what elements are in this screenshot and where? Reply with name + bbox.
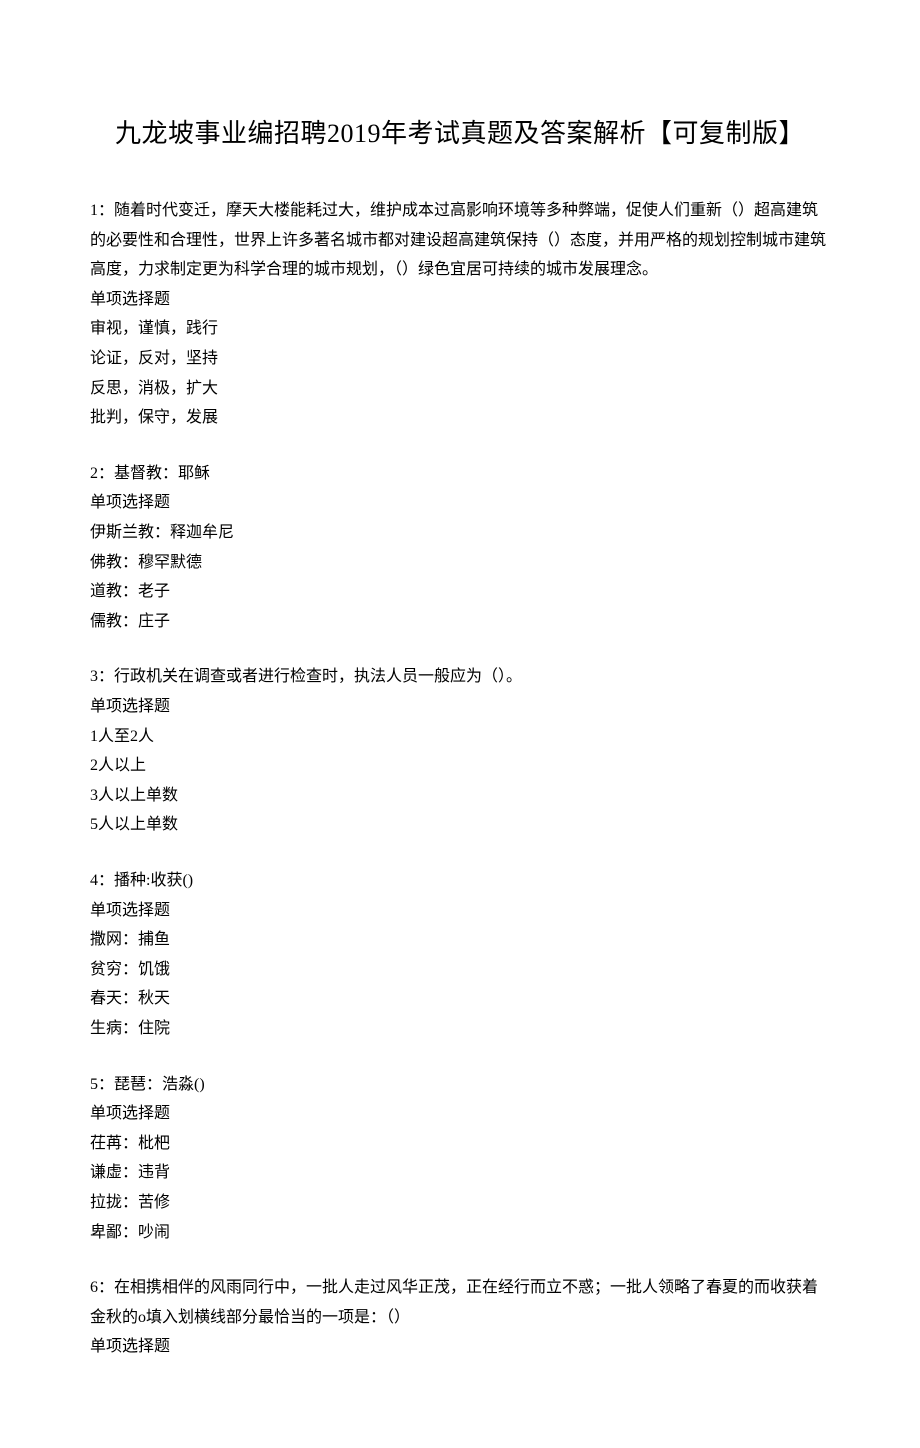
question-option: 春天：秋天 [90,984,830,1014]
question-block: 4：播种:收获() 单项选择题 撒网：捕鱼 贫穷：饥饿 春天：秋天 生病：住院 [90,866,830,1044]
question-type: 单项选择题 [90,1332,830,1362]
question-block: 1：随着时代变迁，摩天大楼能耗过大，维护成本过高影响环境等多种弊端，促使人们重新… [90,196,830,433]
question-option: 茌苒：枇杷 [90,1129,830,1159]
question-option: 1人至2人 [90,722,830,752]
page-title: 九龙坡事业编招聘2019年考试真题及答案解析【可复制版】 [90,110,830,158]
question-option: 3人以上单数 [90,781,830,811]
question-stem: 6：在相携相伴的风雨同行中，一批人走过风华正茂，正在经行而立不惑；一批人领略了春… [90,1273,830,1332]
question-stem: 3：行政机关在调查或者进行检查时，执法人员一般应为（）。 [90,662,830,692]
question-option: 儒教：庄子 [90,607,830,637]
question-option: 5人以上单数 [90,810,830,840]
question-option: 反思，消极，扩大 [90,374,830,404]
question-option: 贫穷：饥饿 [90,955,830,985]
question-option: 2人以上 [90,751,830,781]
question-stem: 2：基督教：耶稣 [90,459,830,489]
question-option: 拉拢：苦修 [90,1188,830,1218]
question-option: 伊斯兰教：释迦牟尼 [90,518,830,548]
question-block: 5：琵琶：浩淼() 单项选择题 茌苒：枇杷 谦虚：违背 拉拢：苦修 卑鄙：吵闹 [90,1070,830,1248]
question-option: 道教：老子 [90,577,830,607]
question-option: 论证，反对，坚持 [90,344,830,374]
question-option: 卑鄙：吵闹 [90,1218,830,1248]
question-stem: 1：随着时代变迁，摩天大楼能耗过大，维护成本过高影响环境等多种弊端，促使人们重新… [90,196,830,285]
question-type: 单项选择题 [90,692,830,722]
question-block: 6：在相携相伴的风雨同行中，一批人走过风华正茂，正在经行而立不惑；一批人领略了春… [90,1273,830,1362]
question-option: 佛教：穆罕默德 [90,548,830,578]
question-option: 生病：住院 [90,1014,830,1044]
question-option: 审视，谨慎，践行 [90,314,830,344]
question-option: 谦虚：违背 [90,1158,830,1188]
document-page: 九龙坡事业编招聘2019年考试真题及答案解析【可复制版】 1：随着时代变迁，摩天… [0,0,920,1448]
question-block: 3：行政机关在调查或者进行检查时，执法人员一般应为（）。 单项选择题 1人至2人… [90,662,830,840]
question-stem: 4：播种:收获() [90,866,830,896]
question-stem: 5：琵琶：浩淼() [90,1070,830,1100]
question-type: 单项选择题 [90,1099,830,1129]
question-type: 单项选择题 [90,896,830,926]
question-block: 2：基督教：耶稣 单项选择题 伊斯兰教：释迦牟尼 佛教：穆罕默德 道教：老子 儒… [90,459,830,637]
question-option: 批判，保守，发展 [90,403,830,433]
question-type: 单项选择题 [90,285,830,315]
question-option: 撒网：捕鱼 [90,925,830,955]
question-type: 单项选择题 [90,488,830,518]
